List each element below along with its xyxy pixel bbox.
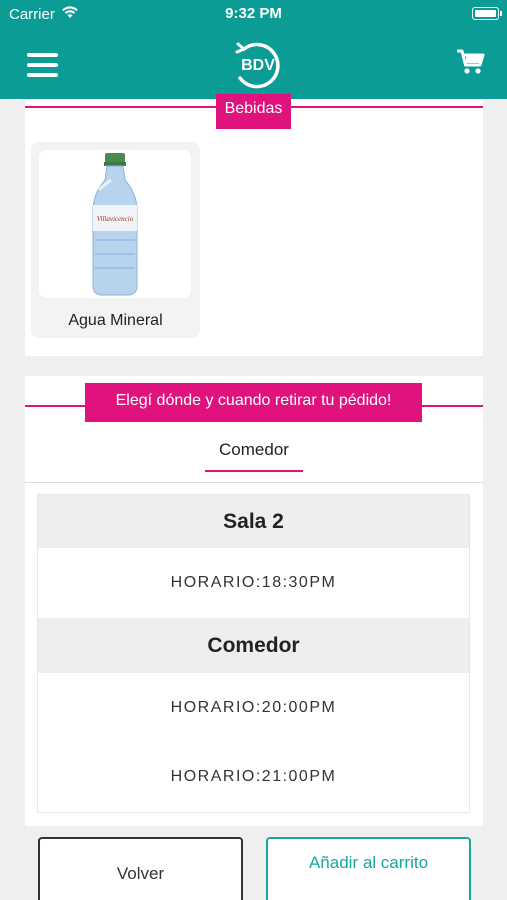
location-header: Sala 2: [38, 495, 469, 548]
cart-icon[interactable]: [456, 48, 486, 76]
product-name: Agua Mineral: [68, 312, 163, 329]
category-title: Bebidas: [216, 94, 291, 129]
hamburger-menu-icon[interactable]: [27, 53, 58, 77]
schedule-list: Sala 2 HORARIO:18:30PM Comedor HORARIO:2…: [37, 494, 470, 813]
app-header: BDV: [0, 28, 507, 99]
pickup-title: Elegí dónde y cuando retirar tu pédido!: [85, 383, 422, 422]
product-image: Villavicencio: [39, 150, 191, 298]
time-slot[interactable]: HORARIO:18:30PM: [38, 548, 469, 618]
battery-icon: [472, 7, 502, 20]
location-header: Comedor: [38, 618, 469, 673]
tab-comedor[interactable]: Comedor: [205, 440, 303, 472]
tab-label: Comedor: [219, 440, 289, 459]
time-slot[interactable]: HORARIO:20:00PM: [38, 673, 469, 743]
add-to-cart-button[interactable]: Añadir al carrito: [266, 837, 471, 900]
svg-text:Villavicencio: Villavicencio: [97, 215, 134, 223]
tab-divider: [25, 482, 483, 483]
product-card[interactable]: Villavicencio Agua Mineral: [31, 142, 200, 338]
tab-indicator: [205, 470, 303, 472]
back-button[interactable]: Volver: [38, 837, 243, 900]
bdv-logo: BDV: [230, 36, 286, 92]
time-slot[interactable]: HORARIO:21:00PM: [38, 743, 469, 811]
clock: 9:32 PM: [225, 5, 282, 22]
logo-text: BDV: [241, 57, 275, 74]
status-bar: Carrier 9:32 PM: [0, 0, 507, 28]
